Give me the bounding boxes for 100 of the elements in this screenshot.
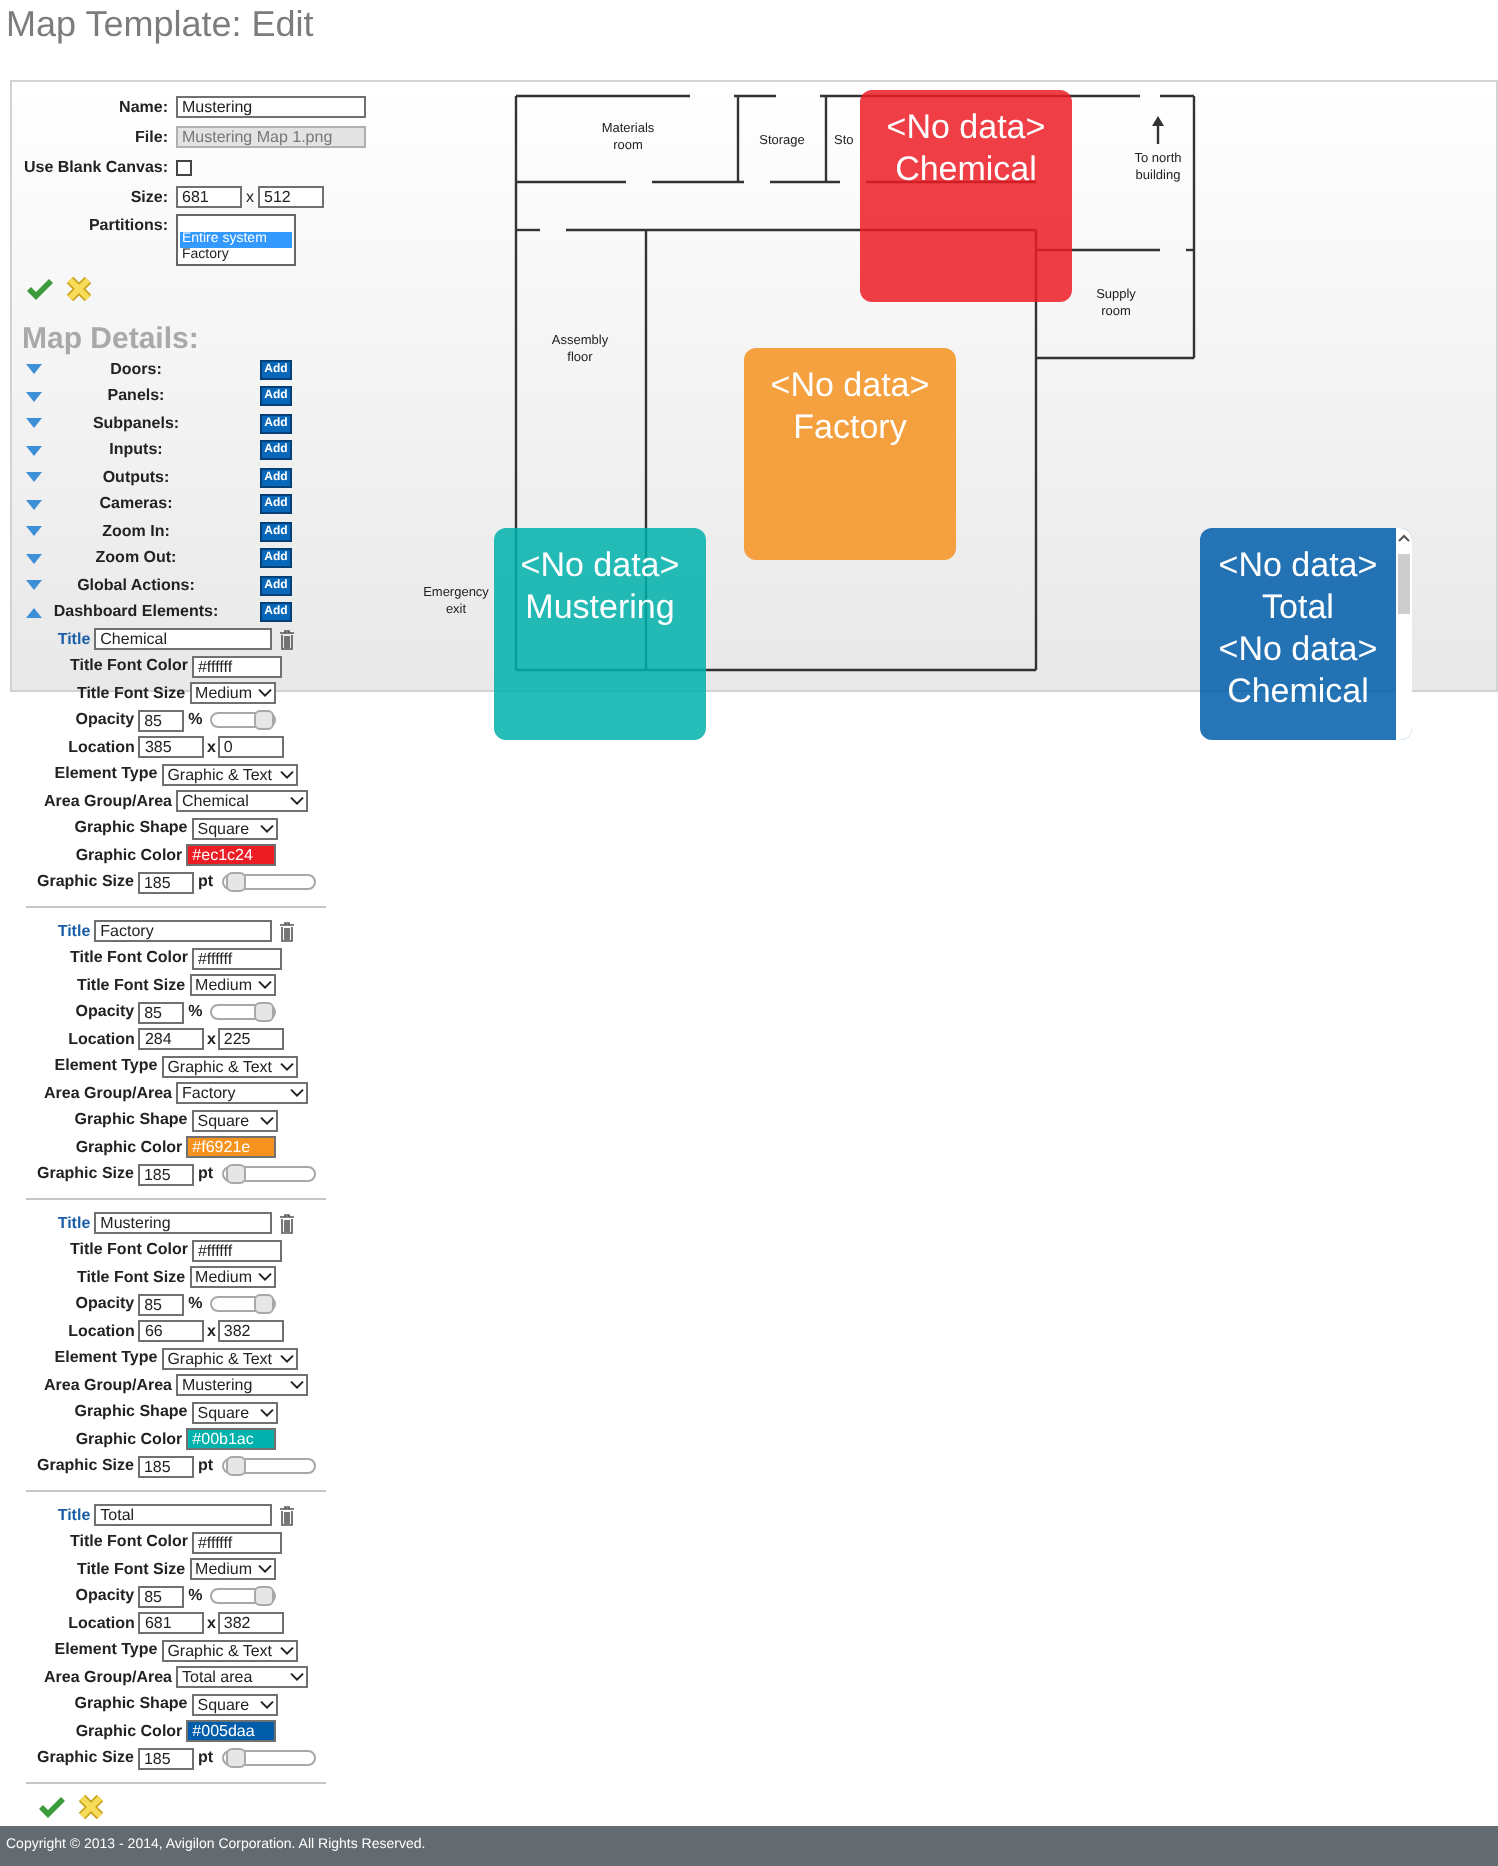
color-field[interactable]: #ffffff: [191, 1531, 282, 1554]
map-tile[interactable]: <No data> Chemical: [860, 90, 1072, 302]
slider-thumb[interactable]: [254, 1586, 275, 1607]
dropdown[interactable]: Square: [191, 817, 278, 840]
slider[interactable]: [210, 1004, 277, 1021]
field-label: Title Font Size: [76, 1265, 186, 1290]
checkmark-icon[interactable]: [26, 277, 54, 299]
dropdown[interactable]: Medium: [189, 974, 276, 997]
caret-up-icon[interactable]: [1398, 534, 1410, 542]
dropdown[interactable]: Medium: [189, 682, 276, 705]
dropdown[interactable]: Chemical: [176, 790, 309, 813]
caret-down-icon[interactable]: [26, 499, 42, 510]
scrollbar-thumb[interactable]: [1398, 554, 1410, 614]
y-field[interactable]: 225: [217, 1028, 284, 1051]
number-field[interactable]: 85: [138, 1585, 185, 1608]
chevron-icon: [259, 1115, 274, 1126]
dropdown[interactable]: Square: [191, 1693, 278, 1716]
field-label: Location: [68, 1027, 135, 1052]
cancel-icon[interactable]: [66, 275, 92, 301]
title-field[interactable]: Mustering: [94, 1212, 273, 1235]
slider[interactable]: [210, 1296, 277, 1313]
y-field[interactable]: 0: [217, 736, 284, 759]
height-field[interactable]: 512: [258, 186, 324, 208]
map-tile[interactable]: <No data> Total <No data> Chemical: [1200, 528, 1412, 740]
slider-thumb[interactable]: [254, 1002, 275, 1023]
slider[interactable]: [210, 1588, 277, 1605]
number-field[interactable]: 85: [138, 1293, 185, 1316]
section-label: Subpanels:: [90, 411, 182, 436]
color-field[interactable]: #ffffff: [191, 1239, 282, 1262]
field-label: Location: [68, 735, 135, 760]
dropdown[interactable]: Square: [191, 1109, 278, 1132]
field-label: Opacity: [75, 1584, 135, 1609]
slider[interactable]: [221, 1458, 316, 1475]
y-field[interactable]: 382: [217, 1320, 284, 1343]
field-label: Location: [68, 1611, 135, 1636]
caret-down-icon[interactable]: [26, 364, 42, 375]
slider[interactable]: [221, 1166, 316, 1183]
dropdown[interactable]: Graphic & Text: [161, 1639, 298, 1662]
cancel-icon[interactable]: [78, 1793, 104, 1819]
number-field[interactable]: 85: [138, 709, 185, 732]
width-field[interactable]: 681: [176, 186, 242, 208]
caret-down-icon[interactable]: [26, 472, 42, 483]
y-field[interactable]: 382: [217, 1612, 284, 1635]
caret-down-icon[interactable]: [26, 553, 42, 564]
slider[interactable]: [210, 712, 277, 729]
slider[interactable]: [221, 1750, 316, 1767]
slider-thumb[interactable]: [225, 872, 246, 893]
x-field[interactable]: 66: [138, 1320, 205, 1343]
field-label: Area Group/Area: [43, 789, 173, 814]
caret-down-icon[interactable]: [26, 526, 42, 537]
checkmark-icon[interactable]: [38, 1795, 66, 1817]
chevron-icon: [259, 1699, 274, 1710]
field-label: Element Type: [54, 1054, 158, 1079]
dropdown[interactable]: Graphic & Text: [161, 763, 298, 786]
field-label: Title Font Size: [76, 681, 186, 706]
trash-icon[interactable]: [280, 1505, 295, 1526]
dropdown[interactable]: Mustering: [176, 1374, 309, 1397]
section-label: Cameras:: [97, 492, 175, 517]
caret-down-icon[interactable]: [26, 445, 42, 456]
color-swatch-field[interactable]: #ec1c24: [186, 844, 277, 867]
x-field[interactable]: 385: [138, 736, 205, 759]
trash-icon[interactable]: [280, 921, 295, 942]
slider-thumb[interactable]: [225, 1456, 246, 1477]
number-field[interactable]: 185: [137, 871, 194, 894]
trash-icon[interactable]: [280, 629, 295, 650]
title-field[interactable]: Chemical: [94, 628, 273, 651]
number-field[interactable]: 185: [137, 1747, 194, 1770]
number-field[interactable]: 185: [137, 1455, 194, 1478]
color-swatch-field[interactable]: #005daa: [186, 1720, 277, 1743]
dropdown[interactable]: Total area: [176, 1666, 309, 1689]
color-field[interactable]: #ffffff: [191, 947, 282, 970]
field-label: File:: [133, 126, 168, 148]
slider-thumb[interactable]: [225, 1748, 246, 1769]
caret-down-icon[interactable]: [26, 580, 42, 591]
scrollbar[interactable]: [1396, 528, 1412, 740]
dropdown[interactable]: Graphic & Text: [161, 1347, 298, 1370]
caret-down-icon[interactable]: [26, 391, 42, 402]
dropdown[interactable]: Square: [191, 1401, 278, 1424]
x-field[interactable]: 681: [138, 1612, 205, 1635]
name-field[interactable]: Mustering: [176, 96, 366, 118]
dropdown[interactable]: Factory: [176, 1082, 309, 1105]
field-label: Title: [57, 627, 91, 652]
x-field[interactable]: 284: [138, 1028, 205, 1051]
slider-thumb[interactable]: [254, 710, 275, 731]
separator-text: x: [206, 1611, 216, 1636]
number-field[interactable]: 85: [138, 1001, 185, 1024]
title-field[interactable]: Factory: [94, 920, 273, 943]
section-heading: Map Details:: [20, 324, 201, 356]
slider-thumb[interactable]: [254, 1294, 275, 1315]
dropdown[interactable]: Graphic & Text: [161, 1055, 298, 1078]
dropdown[interactable]: Medium: [189, 1558, 276, 1581]
trash-icon[interactable]: [280, 1213, 295, 1234]
field-label: Graphic Shape: [74, 1692, 188, 1717]
number-field[interactable]: 185: [137, 1163, 194, 1186]
slider-thumb[interactable]: [225, 1164, 246, 1185]
chevron-icon: [290, 1088, 305, 1099]
caret-down-icon[interactable]: [26, 418, 42, 429]
slider[interactable]: [221, 874, 316, 891]
dropdown[interactable]: Medium: [189, 1266, 276, 1289]
title-field[interactable]: Total: [94, 1504, 273, 1527]
